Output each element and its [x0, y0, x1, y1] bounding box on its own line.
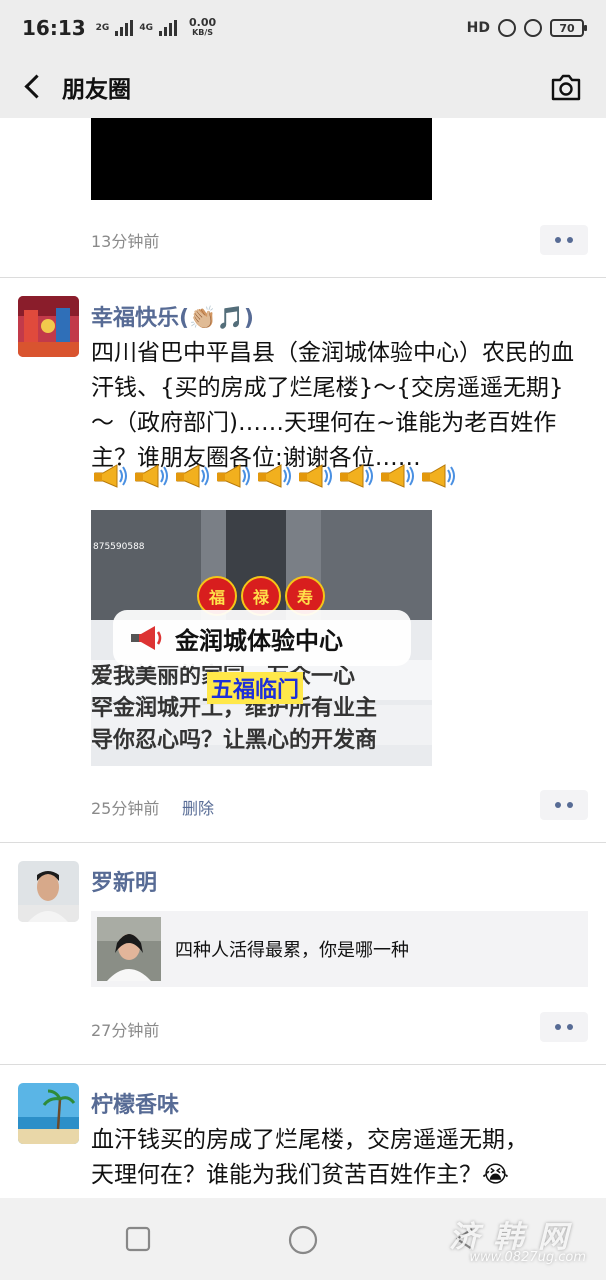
- system-navigation-bar: 济 韩 网 www.0827ug.com: [0, 1198, 606, 1280]
- video-caption: 五福临门: [207, 672, 304, 704]
- shared-video[interactable]: 875590588 福 禄 寿 爱我美丽的家园，万众一心 罕金润城开工，维护所有…: [91, 510, 432, 766]
- network-label-2g: 2G: [95, 23, 110, 33]
- megaphone-emoji-icon: [299, 464, 332, 488]
- lock-rotation-icon: [498, 19, 516, 37]
- status-right-icons: HD 70: [466, 19, 587, 37]
- site-watermark-url: www.0827ug.com: [469, 1250, 586, 1265]
- home-button[interactable]: [287, 1224, 319, 1256]
- hd-voice-icon: HD: [466, 20, 490, 36]
- battery-icon: 70: [550, 19, 587, 37]
- avatar-portrait-image: [18, 861, 79, 922]
- avatar[interactable]: [18, 861, 79, 922]
- emoji-row: [91, 462, 456, 492]
- post-text: 血汗钱买的房成了烂尾楼，交房遥遥无期，天理何在？谁能为我们贫苦百姓作主？😭😭😭😭: [91, 1127, 528, 1198]
- network-label-4g: 4G: [139, 23, 153, 33]
- post-username[interactable]: 柠檬香味: [91, 1087, 179, 1119]
- alarm-clock-icon: [524, 19, 542, 37]
- signal-strength-icon: [115, 20, 134, 36]
- post-time: 13分钟前: [91, 232, 160, 251]
- post-time: 25分钟前: [91, 799, 160, 818]
- link-thumbnail-image: [97, 917, 161, 981]
- more-actions-button[interactable]: [540, 1012, 588, 1042]
- megaphone-emoji-icon: [258, 464, 291, 488]
- megaphone-emoji-icon: [217, 464, 250, 488]
- post-text: 四川省巴中平昌县（金润城体验中心）农民的血汗钱、{买的房成了烂尾楼}～{交房遥遥…: [91, 340, 574, 471]
- more-actions-button[interactable]: [540, 225, 588, 255]
- video-title: 金润城体验中心: [175, 626, 343, 655]
- shared-link-card[interactable]: 四种人活得最累，你是哪一种: [91, 911, 588, 987]
- megaphone-emoji-icon: [422, 464, 455, 488]
- network-speed-value: 0.00: [188, 16, 217, 29]
- video-title-banner: 金润城体验中心: [113, 610, 411, 666]
- network-speed: 0.00 KB/S: [188, 16, 217, 38]
- signal-indicators: 2G 4G 0.00 KB/S: [95, 16, 217, 38]
- post-divider: [0, 842, 606, 843]
- sign-line-3: 导你忍心吗？让黑心的开发商: [91, 728, 378, 753]
- phone-number-overlay: 875590588: [93, 542, 145, 552]
- avatar[interactable]: [18, 296, 79, 357]
- post-image[interactable]: [91, 118, 432, 200]
- megaphone-emoji-icon: [135, 464, 168, 488]
- link-thumbnail: [97, 917, 161, 981]
- delete-link[interactable]: 删除: [182, 795, 214, 819]
- megaphone-icon: [131, 626, 162, 650]
- avatar-beach-image: [18, 1083, 79, 1144]
- recent-apps-button[interactable]: [125, 1226, 151, 1252]
- post-time: 27分钟前: [91, 1021, 160, 1040]
- megaphone-emoji-icon: [381, 464, 414, 488]
- megaphone-emoji-icon: [176, 464, 209, 488]
- more-actions-button[interactable]: [540, 790, 588, 820]
- avatar[interactable]: [18, 1083, 79, 1144]
- battery-level: 70: [559, 21, 575, 35]
- post-username[interactable]: 幸福快乐(👏🏼🎵): [91, 300, 254, 332]
- post-divider: [0, 1064, 606, 1065]
- camera-icon[interactable]: [550, 72, 582, 102]
- signal-strength-icon: [158, 20, 177, 36]
- post-username[interactable]: 罗新明: [91, 865, 157, 897]
- moments-feed[interactable]: 13分钟前 幸福快乐(👏🏼🎵) 四川省巴中平昌县（金润城体验中心）农民的血汗钱、…: [0, 118, 606, 1198]
- megaphone-emoji-icon: [340, 464, 373, 488]
- post-divider: [0, 277, 606, 278]
- status-bar: 16:13 2G 4G 0.00 KB/S HD 70: [0, 0, 606, 56]
- link-title: 四种人活得最累，你是哪一种: [175, 940, 409, 961]
- back-arrow-icon[interactable]: [12, 65, 56, 109]
- network-speed-unit: KB/S: [192, 28, 214, 37]
- top-nav-bar: 朋友圈: [0, 56, 606, 118]
- page-title: 朋友圈: [62, 77, 131, 103]
- avatar-stage-image: [18, 296, 79, 357]
- status-time: 16:13: [22, 16, 86, 40]
- megaphone-emoji-icon: [94, 464, 127, 488]
